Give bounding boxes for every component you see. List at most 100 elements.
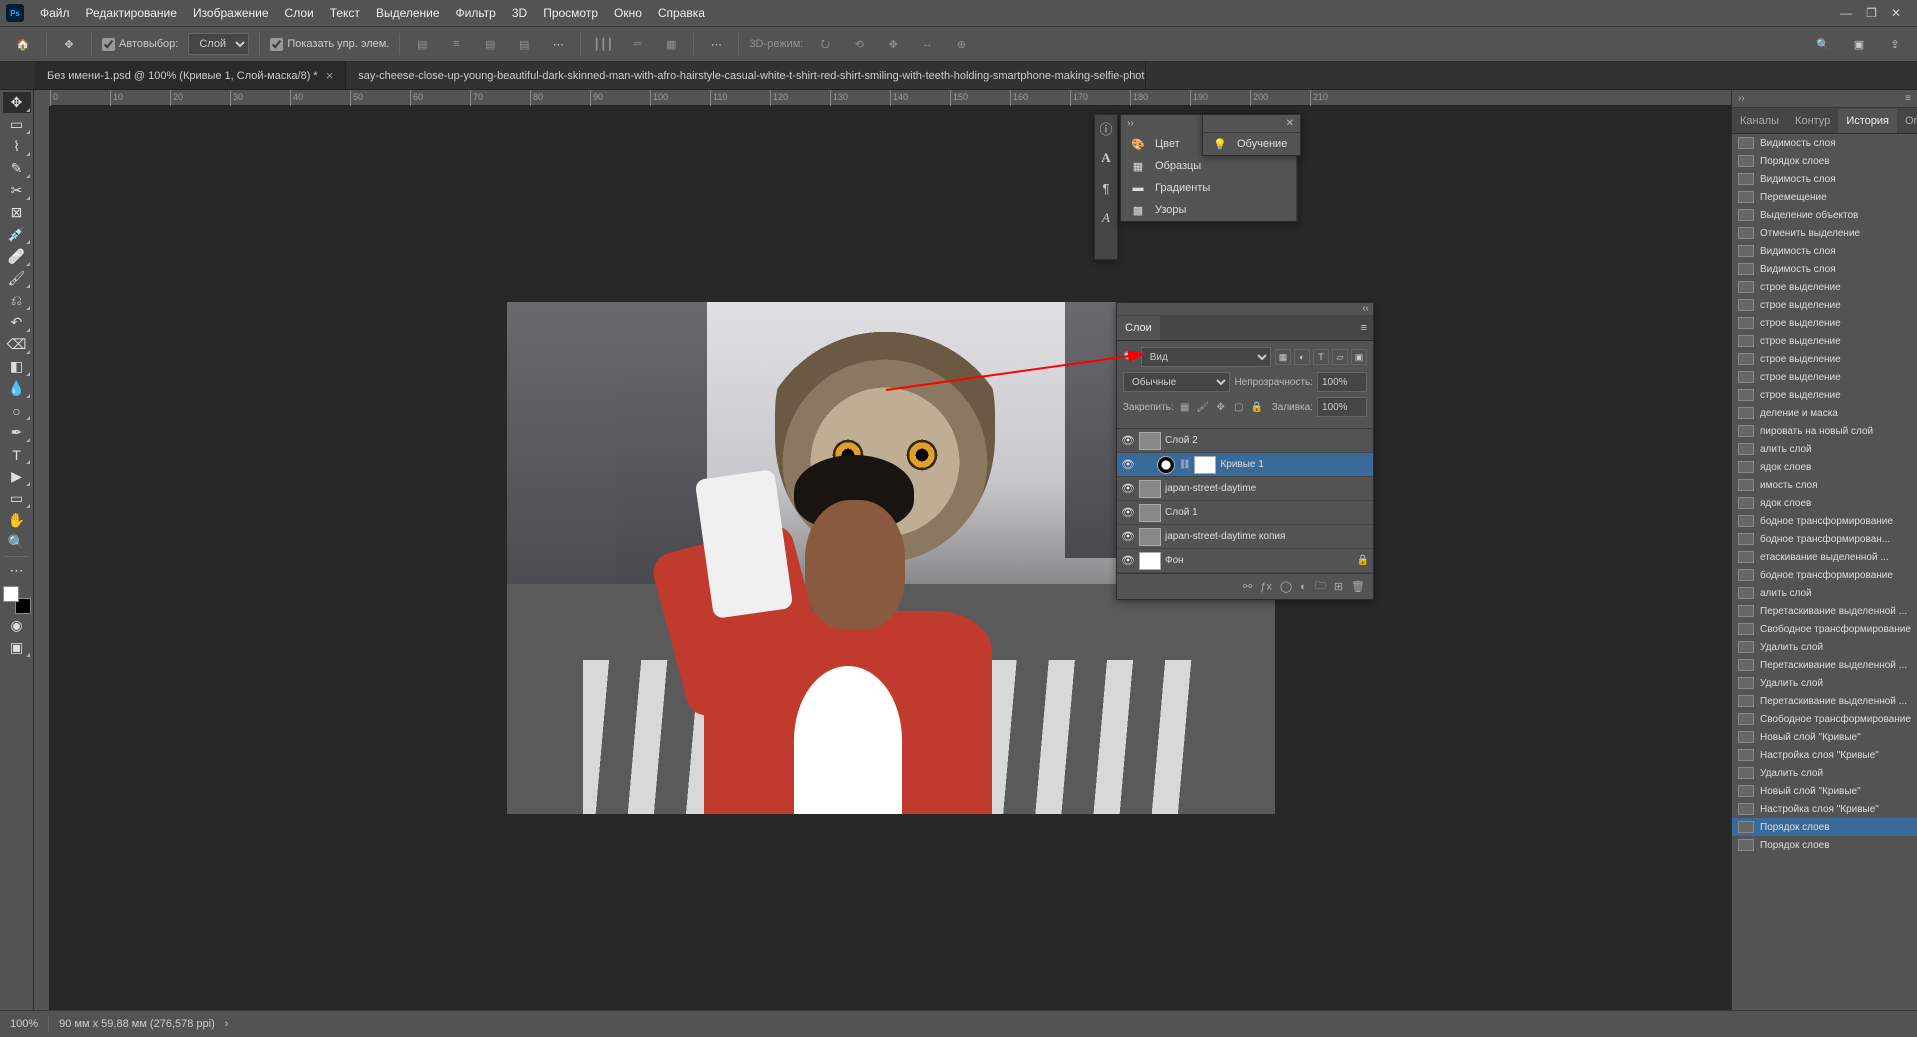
- layer-item[interactable]: 👁⛓Кривые 1: [1117, 453, 1373, 477]
- fill-input[interactable]: [1317, 397, 1367, 417]
- align-top-icon[interactable]: ▤: [512, 32, 536, 56]
- distribute-icon[interactable]: ▦: [659, 32, 683, 56]
- visibility-toggle[interactable]: 👁: [1121, 554, 1135, 568]
- history-item[interactable]: Удалить слой: [1732, 674, 1917, 692]
- menu-3d[interactable]: 3D: [504, 2, 535, 24]
- zoom-level[interactable]: 100%: [10, 1018, 38, 1030]
- 3d-pan-icon[interactable]: ✥: [881, 32, 905, 56]
- quick-selection-tool[interactable]: ✎: [3, 158, 31, 179]
- history-item[interactable]: Новый слой "Кривые": [1732, 782, 1917, 800]
- history-item[interactable]: Перетаскивание выделенной ...: [1732, 602, 1917, 620]
- visibility-toggle[interactable]: 👁: [1121, 482, 1135, 496]
- brush-tool[interactable]: 🖌: [3, 268, 31, 289]
- ruler-origin[interactable]: [34, 90, 50, 106]
- horizontal-ruler[interactable]: 0102030405060708090100110120130140150160…: [50, 90, 1731, 106]
- blur-tool[interactable]: 💧: [3, 378, 31, 399]
- history-item[interactable]: строе выделение: [1732, 332, 1917, 350]
- blend-mode-select[interactable]: Обычные: [1123, 372, 1230, 392]
- menu-редактирование[interactable]: Редактирование: [78, 2, 185, 24]
- menu-справка[interactable]: Справка: [650, 2, 713, 24]
- autoselect-checkbox[interactable]: Автовыбор:: [102, 38, 178, 51]
- history-item[interactable]: Свободное трансформирование: [1732, 710, 1917, 728]
- history-item[interactable]: Отменить выделение: [1732, 224, 1917, 242]
- workspace-icon[interactable]: ▣: [1847, 32, 1871, 56]
- paragraph-icon[interactable]: ¶: [1097, 179, 1115, 197]
- menu-выделение[interactable]: Выделение: [368, 2, 448, 24]
- distribute-h-icon[interactable]: ┃┃┃: [591, 32, 615, 56]
- history-item[interactable]: деление и маска: [1732, 404, 1917, 422]
- history-item[interactable]: ядок слоев: [1732, 458, 1917, 476]
- pen-tool[interactable]: ✒: [3, 422, 31, 443]
- history-item[interactable]: имость слоя: [1732, 476, 1917, 494]
- learn-panel-tab[interactable]: 💡Обучение: [1203, 133, 1300, 155]
- history-tab-Контур[interactable]: Контур: [1787, 109, 1838, 133]
- lock-transparency-icon[interactable]: ▦: [1178, 400, 1192, 414]
- history-item[interactable]: бодное трансформирован...: [1732, 530, 1917, 548]
- more-align-icon[interactable]: ⋯: [546, 32, 570, 56]
- history-tab-История[interactable]: История: [1838, 109, 1897, 133]
- history-item[interactable]: Перемещение: [1732, 188, 1917, 206]
- close-tab-icon[interactable]: ×: [326, 68, 334, 83]
- filter-type-icon[interactable]: T: [1313, 349, 1329, 365]
- lock-position-icon[interactable]: ✥: [1214, 400, 1228, 414]
- layer-item[interactable]: 👁Фон🔒: [1117, 549, 1373, 573]
- add-mask-icon[interactable]: ◯: [1280, 580, 1292, 593]
- history-item[interactable]: Свободное трансформирование: [1732, 620, 1917, 638]
- zoom-tool[interactable]: 🔍: [3, 532, 31, 553]
- healing-brush-tool[interactable]: 🩹: [3, 246, 31, 267]
- 3d-slide-icon[interactable]: ↔: [915, 32, 939, 56]
- history-item[interactable]: Видимость слоя: [1732, 170, 1917, 188]
- patterns-panel-tab[interactable]: ▩Узоры: [1121, 199, 1296, 221]
- glyphs-icon[interactable]: A: [1097, 209, 1115, 227]
- doc-info-chevron-icon[interactable]: ›: [225, 1018, 229, 1030]
- history-item[interactable]: Удалить слой: [1732, 638, 1917, 656]
- show-transform-controls-checkbox[interactable]: Показать упр. элем.: [270, 38, 389, 51]
- filter-shape-icon[interactable]: ▱: [1332, 349, 1348, 365]
- lock-all-icon[interactable]: 🔒: [1250, 400, 1264, 414]
- type-tool[interactable]: T: [3, 444, 31, 465]
- eraser-tool[interactable]: ⌫: [3, 334, 31, 355]
- layer-item[interactable]: 👁japan-street-daytime копия: [1117, 525, 1373, 549]
- shape-tool[interactable]: ▭: [3, 488, 31, 509]
- history-item[interactable]: Видимость слоя: [1732, 134, 1917, 152]
- menu-файл[interactable]: Файл: [32, 2, 78, 24]
- link-layers-icon[interactable]: ⚯: [1243, 580, 1252, 593]
- visibility-toggle[interactable]: 👁: [1121, 458, 1135, 472]
- home-button[interactable]: 🏠: [10, 31, 36, 57]
- 3d-scale-icon[interactable]: ⊕: [949, 32, 973, 56]
- layer-fx-icon[interactable]: ƒx: [1260, 581, 1272, 593]
- history-item[interactable]: етаскивание выделенной ...: [1732, 548, 1917, 566]
- dodge-tool[interactable]: ○: [3, 400, 31, 421]
- visibility-toggle[interactable]: 👁: [1121, 434, 1135, 448]
- lock-image-icon[interactable]: 🖌: [1196, 400, 1210, 414]
- visibility-toggle[interactable]: 👁: [1121, 530, 1135, 544]
- visibility-toggle[interactable]: 👁: [1121, 506, 1135, 520]
- crop-tool[interactable]: ✂: [3, 180, 31, 201]
- distribute-v-icon[interactable]: ═: [625, 32, 649, 56]
- history-item[interactable]: строе выделение: [1732, 350, 1917, 368]
- history-tab-Операц[interactable]: Операц: [1897, 109, 1917, 133]
- maximize-button[interactable]: ❐: [1866, 6, 1877, 20]
- history-item[interactable]: Перетаскивание выделенной ...: [1732, 656, 1917, 674]
- align-left-icon[interactable]: ▤: [410, 32, 434, 56]
- share-icon[interactable]: ⇪: [1883, 32, 1907, 56]
- marquee-tool[interactable]: ▭: [3, 114, 31, 135]
- minimize-button[interactable]: —: [1840, 6, 1852, 20]
- document-tab[interactable]: Без имени-1.psd @ 100% (Кривые 1, Слой-м…: [35, 62, 346, 89]
- filter-adjustment-icon[interactable]: ◐: [1294, 349, 1310, 365]
- 3d-roll-icon[interactable]: ⟲: [847, 32, 871, 56]
- history-item[interactable]: Выделение объектов: [1732, 206, 1917, 224]
- menu-фильтр[interactable]: Фильтр: [448, 2, 504, 24]
- history-item[interactable]: Перетаскивание выделенной ...: [1732, 692, 1917, 710]
- menu-изображение[interactable]: Изображение: [185, 2, 277, 24]
- eyedropper-tool[interactable]: 💉: [3, 224, 31, 245]
- document-info[interactable]: 90 мм x 59,88 мм (276,578 ppi): [59, 1018, 215, 1030]
- history-item[interactable]: Видимость слоя: [1732, 242, 1917, 260]
- history-item[interactable]: строе выделение: [1732, 368, 1917, 386]
- move-tool[interactable]: ✥: [3, 92, 31, 113]
- collapse-icon[interactable]: ‹‹: [1362, 303, 1369, 315]
- autoselect-target-select[interactable]: Слой: [188, 33, 249, 55]
- vertical-ruler[interactable]: [34, 106, 50, 1010]
- search-icon[interactable]: 🔍: [1811, 32, 1835, 56]
- layers-tab[interactable]: Слои: [1117, 316, 1160, 340]
